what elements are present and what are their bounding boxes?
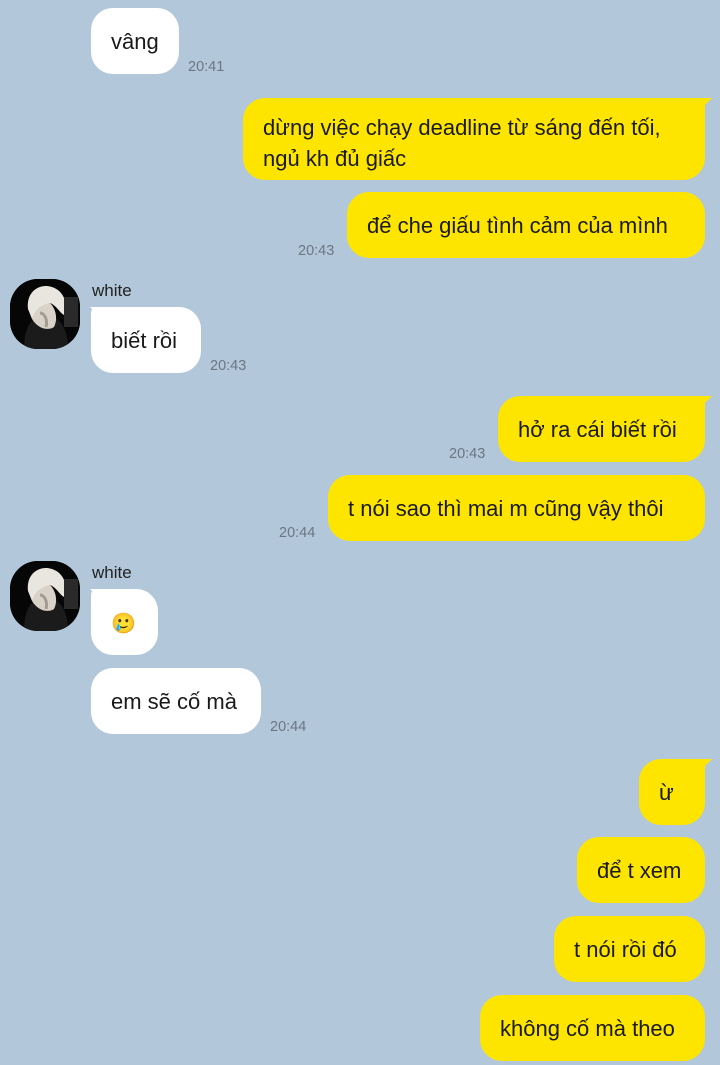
message-text-line: ngủ kh đủ giấc	[263, 146, 407, 171]
message-bubble-incoming[interactable]: em sẽ cố mà	[91, 668, 261, 734]
message-text: để t xem	[597, 858, 682, 883]
avatar-photo-icon	[10, 279, 80, 349]
message-text: ừ	[659, 780, 674, 805]
message-timestamp: 20:43	[210, 358, 247, 374]
sender-avatar[interactable]	[10, 279, 80, 349]
message-text: không cố mà theo	[500, 1016, 675, 1041]
message-text: biết rồi	[111, 328, 178, 353]
bubble-tail	[698, 98, 712, 112]
message-text: em sẽ cố mà	[111, 689, 237, 714]
bubble-tail	[698, 396, 712, 410]
message-bubble-outgoing[interactable]: để t xem	[577, 837, 705, 903]
message-timestamp: 20:44	[270, 719, 307, 735]
message-bubble-outgoing[interactable]: không cố mà theo	[480, 995, 705, 1061]
message-timestamp: 20:44	[279, 525, 316, 541]
message-bubble-outgoing[interactable]: để che giấu tình cảm của mình	[347, 192, 705, 258]
avatar-photo-icon	[10, 561, 80, 631]
message-timestamp: 20:41	[188, 59, 225, 75]
message-bubble-outgoing[interactable]: t nói rồi đó	[554, 916, 705, 982]
message-text: vâng	[111, 29, 159, 54]
sender-avatar[interactable]	[10, 561, 80, 631]
bubble-tail	[698, 759, 712, 773]
message-bubble-outgoing[interactable]: ừ	[639, 759, 705, 825]
message-bubble-incoming[interactable]: 🥲	[91, 589, 158, 655]
message-bubble-outgoing[interactable]: dừng việc chạy deadline từ sáng đến tối,…	[243, 98, 705, 180]
message-bubble-incoming[interactable]: biết rồi	[91, 307, 201, 373]
message-bubble-incoming[interactable]: vâng	[91, 8, 179, 74]
message-timestamp: 20:43	[449, 446, 486, 462]
sender-name: white	[92, 281, 132, 300]
message-text-line: dừng việc chạy deadline từ sáng đến tối,	[263, 115, 661, 140]
message-text: t nói sao thì mai m cũng vậy thôi	[348, 496, 664, 521]
message-text: t nói rồi đó	[574, 937, 677, 962]
message-text: hở ra cái biết rồi	[518, 417, 677, 442]
sender-name: white	[92, 563, 132, 582]
message-bubble-outgoing[interactable]: t nói sao thì mai m cũng vậy thôi	[328, 475, 705, 541]
emoji-message: 🥲	[111, 613, 136, 635]
message-timestamp: 20:43	[298, 243, 335, 259]
message-bubble-outgoing[interactable]: hở ra cái biết rồi	[498, 396, 705, 462]
message-text: để che giấu tình cảm của mình	[367, 213, 668, 238]
